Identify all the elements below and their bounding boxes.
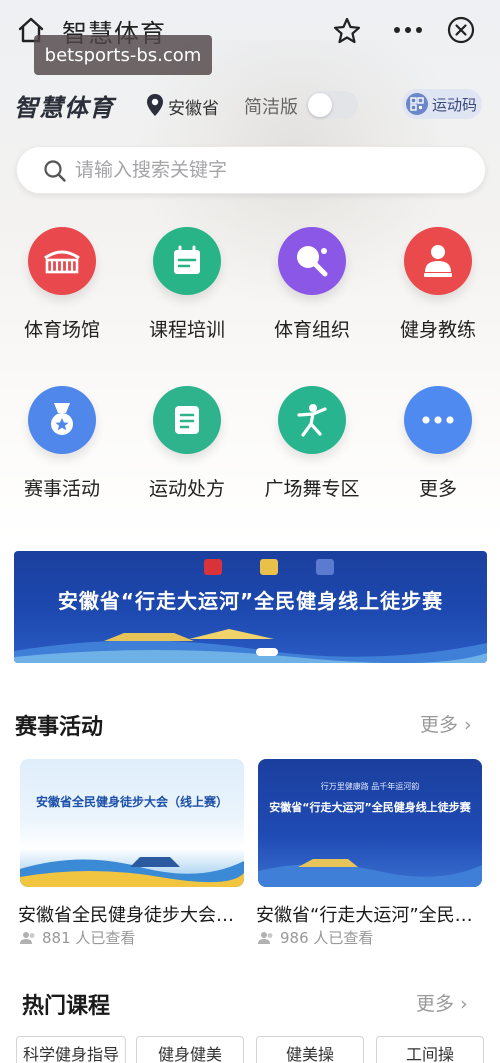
grid-label: 运动处方 (148, 478, 225, 500)
more-label: 更多 (416, 993, 455, 1015)
grid-label: 体育场馆 (23, 319, 100, 341)
brand-logo: 智慧体育 (14, 94, 114, 122)
menu-button[interactable] (392, 18, 424, 42)
close-icon (447, 16, 475, 44)
location-selector[interactable]: 安徽省 (168, 94, 219, 119)
sport-code-button[interactable]: 运动码 (402, 89, 482, 119)
chevron-right-icon: › (464, 714, 472, 736)
grid-label: 体育组织 (273, 319, 350, 341)
location-pin-icon (147, 94, 163, 116)
event-card-title: 安徽省“行走大运河”全民健身线上徒步赛 (256, 905, 488, 926)
dancer-icon (278, 386, 346, 454)
grid-label: 课程培训 (148, 319, 225, 341)
grid-label: 赛事活动 (23, 478, 100, 500)
favorite-button[interactable] (332, 16, 362, 46)
card-image-title: 安徽省全民健身徒步大会（线上赛） (35, 795, 228, 809)
grid-item-organizations[interactable]: 体育组织 (257, 227, 367, 357)
star-icon (333, 17, 361, 44)
logo-icon (260, 559, 278, 575)
search-input[interactable] (75, 155, 465, 185)
carousel-indicator[interactable] (256, 648, 278, 656)
banner-landscape-illustration (14, 629, 487, 663)
section-title-courses: 热门课程 (22, 994, 111, 1019)
course-tag[interactable]: 健美操 (256, 1036, 364, 1063)
grid-item-venues[interactable]: 体育场馆 (7, 227, 117, 357)
views-count: 986 人已查看 (280, 929, 374, 947)
banner-logos (204, 559, 334, 579)
card-image-subtitle: 行万里健康路 品千年运河韵 (320, 782, 420, 791)
section-title-events: 赛事活动 (15, 715, 104, 740)
simple-mode-label: 简洁版 (244, 97, 298, 118)
chevron-right-icon: › (460, 993, 468, 1015)
banner-title: 安徽省“行走大运河”全民健身线上徒步赛 (57, 589, 444, 613)
more-dots-icon (404, 386, 472, 454)
course-tag[interactable]: 工间操 (376, 1036, 484, 1063)
course-tag[interactable]: 健身健美 (136, 1036, 244, 1063)
card-image-title: 安徽省“行走大运河”全民健身线上徒步赛 (269, 801, 471, 814)
search-icon (44, 160, 66, 182)
event-card-image: 行万里健康路 品千年运河韵 安徽省“行走大运河”全民健身线上徒步赛 (258, 759, 482, 887)
logo-icon (204, 559, 222, 575)
courses-more-link[interactable]: 更多 › (416, 989, 468, 1016)
qr-code-icon (406, 93, 428, 115)
toggle-knob (308, 93, 332, 117)
more-label: 更多 (420, 714, 459, 736)
grid-item-prescription[interactable]: 运动处方 (132, 386, 242, 516)
coach-icon (404, 227, 472, 295)
close-button[interactable] (446, 15, 476, 45)
search-bar[interactable] (16, 146, 486, 194)
grid-item-events[interactable]: 赛事活动 (7, 386, 117, 516)
simple-mode-toggle[interactable] (306, 91, 358, 119)
event-card-image: 安徽省全民健身徒步大会（线上赛） (20, 759, 244, 887)
logo-icon (316, 559, 334, 575)
event-card-title: 安徽省全民健身徒步大会（线上赛） (18, 905, 250, 926)
users-icon (20, 931, 35, 944)
medal-icon (28, 386, 96, 454)
event-card-views: 986 人已查看 (258, 927, 373, 948)
prescription-icon (153, 386, 221, 454)
more-horizontal-icon (394, 27, 422, 33)
stadium-icon (28, 227, 96, 295)
promo-banner[interactable]: 安徽省“行走大运河”全民健身线上徒步赛 (14, 551, 487, 663)
calendar-icon (153, 227, 221, 295)
events-more-link[interactable]: 更多 › (420, 710, 472, 737)
grid-label: 健身教练 (399, 319, 476, 341)
event-card-views: 881 人已查看 (20, 927, 135, 948)
views-count: 881 人已查看 (42, 929, 136, 947)
watermark-badge: betsports-bs.com (34, 35, 212, 75)
grid-label: 广场舞专区 (264, 478, 360, 500)
sport-code-label: 运动码 (432, 95, 478, 114)
grid-item-square-dance[interactable]: 广场舞专区 (257, 386, 367, 516)
grid-item-coaches[interactable]: 健身教练 (383, 227, 493, 357)
grid-label: 更多 (418, 478, 457, 500)
grid-item-more[interactable]: 更多 (383, 386, 493, 516)
course-tag[interactable]: 科学健身指导 (16, 1036, 126, 1063)
users-icon (258, 931, 273, 944)
grid-item-courses[interactable]: 课程培训 (132, 227, 242, 357)
ping-pong-icon (278, 227, 346, 295)
